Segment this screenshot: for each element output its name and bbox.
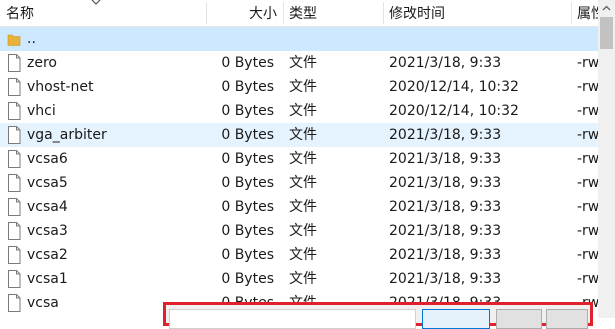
file-type: 文件 [289,175,317,191]
file-modified: 2021/3/18, 9:33 [389,247,502,263]
file-name: vga_arbiter [27,127,107,143]
dialog-primary-button[interactable] [422,309,490,329]
file-type: 文件 [289,127,317,143]
file-size: 0 Bytes [221,55,274,71]
file-row[interactable]: vcsa2 0 Bytes 文件 2021/3/18, 9:33 -rw [0,243,598,267]
highlighted-dialog-bar [163,302,593,329]
file-attributes: -rw [577,103,598,119]
column-separator[interactable] [383,2,384,24]
dialog-input-field[interactable] [169,309,416,329]
file-type: 文件 [289,199,317,215]
sort-descending-icon [91,0,101,5]
file-attributes: -rw [577,271,598,287]
file-type: 文件 [289,223,317,239]
file-size: 0 Bytes [221,175,274,191]
file-icon [8,126,21,144]
file-modified: 2021/3/18, 9:33 [389,151,502,167]
file-icon [8,222,21,240]
file-attributes: -rw [577,79,598,95]
file-icon [8,54,21,72]
file-icon [8,246,21,264]
file-type: 文件 [289,271,317,287]
file-size: 0 Bytes [221,103,274,119]
file-type: 文件 [289,247,317,263]
file-modified: 2021/3/18, 9:33 [389,55,502,71]
file-row[interactable]: vcsa1 0 Bytes 文件 2021/3/18, 9:33 -rw [0,267,598,291]
parent-folder-row[interactable]: .. [0,27,598,51]
file-type: 文件 [289,55,317,71]
file-attributes: -rw [577,55,598,71]
file-row[interactable]: zero 0 Bytes 文件 2021/3/18, 9:33 -rw [0,51,598,75]
file-attributes: -rw [577,223,598,239]
file-size: 0 Bytes [221,79,274,95]
file-row[interactable]: vhost-net 0 Bytes 文件 2020/12/14, 10:32 -… [0,75,598,99]
folder-icon [7,34,21,46]
file-icon [8,150,21,168]
file-modified: 2021/3/18, 9:33 [389,271,502,287]
file-name: vcsa6 [27,151,68,167]
file-modified: 2021/3/18, 9:33 [389,127,502,143]
column-separator[interactable] [571,2,572,24]
file-icon [8,78,21,96]
dialog-button[interactable] [546,309,588,329]
file-size: 0 Bytes [221,127,274,143]
file-attributes: -rw [577,199,598,215]
file-size: 0 Bytes [221,247,274,263]
file-type: 文件 [289,79,317,95]
file-type: 文件 [289,151,317,167]
file-modified: 2021/3/18, 9:33 [389,199,502,215]
file-attributes: -rw [577,175,598,191]
file-attributes: -rw [577,151,598,167]
file-row[interactable]: vcsa3 0 Bytes 文件 2021/3/18, 9:33 -rw [0,219,598,243]
file-icon [8,102,21,120]
scrollbar-thumb[interactable] [600,17,613,49]
column-modified-header[interactable]: 修改时间 [389,5,569,23]
file-name: vcsa5 [27,175,68,191]
parent-folder-label: .. [27,31,36,47]
file-modified: 2021/3/18, 9:33 [389,175,502,191]
file-name: vcsa1 [27,271,68,287]
file-name: vhost-net [27,79,94,95]
scroll-up-icon[interactable] [602,5,611,11]
file-modified: 2020/12/14, 10:32 [389,103,519,119]
file-size: 0 Bytes [221,223,274,239]
file-attributes: -rw [577,247,598,263]
file-attributes: -rw [577,127,598,143]
column-size-header[interactable]: 大小 [210,5,277,23]
column-separator[interactable] [206,2,207,24]
column-name-header[interactable]: 名称 [6,5,206,23]
file-modified: 2021/3/18, 9:33 [389,223,502,239]
dialog-button[interactable] [496,309,542,329]
vertical-scrollbar[interactable] [598,0,615,318]
file-row[interactable]: vcsa6 0 Bytes 文件 2021/3/18, 9:33 -rw [0,147,598,171]
file-row[interactable]: vcsa5 0 Bytes 文件 2021/3/18, 9:33 -rw [0,171,598,195]
file-modified: 2020/12/14, 10:32 [389,79,519,95]
column-separator[interactable] [283,2,284,24]
file-size: 0 Bytes [221,271,274,287]
column-header: 名称 大小 类型 修改时间 属性 [0,0,598,27]
file-name: zero [27,55,57,71]
column-type-header[interactable]: 类型 [289,5,379,23]
file-type: 文件 [289,103,317,119]
column-attributes-header[interactable]: 属性 [577,5,598,23]
file-icon [8,198,21,216]
file-name: vcsa3 [27,223,68,239]
file-name: vhci [27,103,56,119]
file-icon [8,174,21,192]
file-name: vcsa2 [27,247,68,263]
file-name: vcsa4 [27,199,68,215]
file-row[interactable]: vga_arbiter 0 Bytes 文件 2021/3/18, 9:33 -… [0,123,598,147]
file-row[interactable]: vhci 0 Bytes 文件 2020/12/14, 10:32 -rw [0,99,598,123]
file-icon [8,294,21,312]
file-size: 0 Bytes [221,199,274,215]
file-row[interactable]: vcsa4 0 Bytes 文件 2021/3/18, 9:33 -rw [0,195,598,219]
file-icon [8,270,21,288]
file-size: 0 Bytes [221,151,274,167]
file-list: .. zero 0 Bytes 文件 2021/3/18, 9:33 -rw v… [0,27,598,318]
